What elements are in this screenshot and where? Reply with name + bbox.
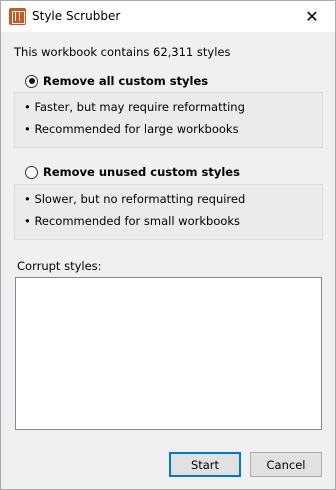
window-title: Style Scrubber bbox=[32, 9, 121, 23]
style-scrubber-app-icon bbox=[9, 8, 26, 25]
cancel-button[interactable]: Cancel bbox=[250, 452, 322, 477]
remove-unused-custom-styles-radio[interactable]: Remove unused custom styles bbox=[25, 165, 240, 179]
start-button[interactable]: Start bbox=[169, 452, 241, 477]
close-icon[interactable]: ✕ bbox=[289, 1, 335, 32]
radio-selected-icon[interactable] bbox=[25, 74, 38, 88]
remove-all-custom-styles-radio[interactable]: Remove all custom styles bbox=[25, 74, 208, 88]
remove-all-bullet-1: • Faster, but may require reformatting bbox=[24, 100, 245, 114]
style-scrubber-dialog: Style Scrubber ✕ This workbook contains … bbox=[0, 0, 336, 490]
remove-unused-bullet-1: • Slower, but no reformatting required bbox=[24, 192, 246, 206]
remove-unused-details-panel: • Slower, but no reformatting required •… bbox=[14, 184, 323, 240]
remove-all-custom-styles-label[interactable]: Remove all custom styles bbox=[43, 74, 208, 88]
remove-all-details-panel: • Faster, but may require reformatting •… bbox=[14, 92, 323, 148]
remove-unused-custom-styles-label[interactable]: Remove unused custom styles bbox=[43, 165, 240, 179]
corrupt-styles-label: Corrupt styles: bbox=[17, 259, 102, 273]
remove-unused-bullet-2: • Recommended for small workbooks bbox=[24, 214, 241, 228]
style-count-summary: This workbook contains 62,311 styles bbox=[14, 45, 231, 59]
remove-all-bullet-2: • Recommended for large workbooks bbox=[24, 122, 239, 136]
corrupt-styles-list[interactable] bbox=[15, 277, 322, 430]
title-bar[interactable]: Style Scrubber ✕ bbox=[1, 1, 335, 32]
radio-unselected-icon[interactable] bbox=[25, 165, 38, 179]
